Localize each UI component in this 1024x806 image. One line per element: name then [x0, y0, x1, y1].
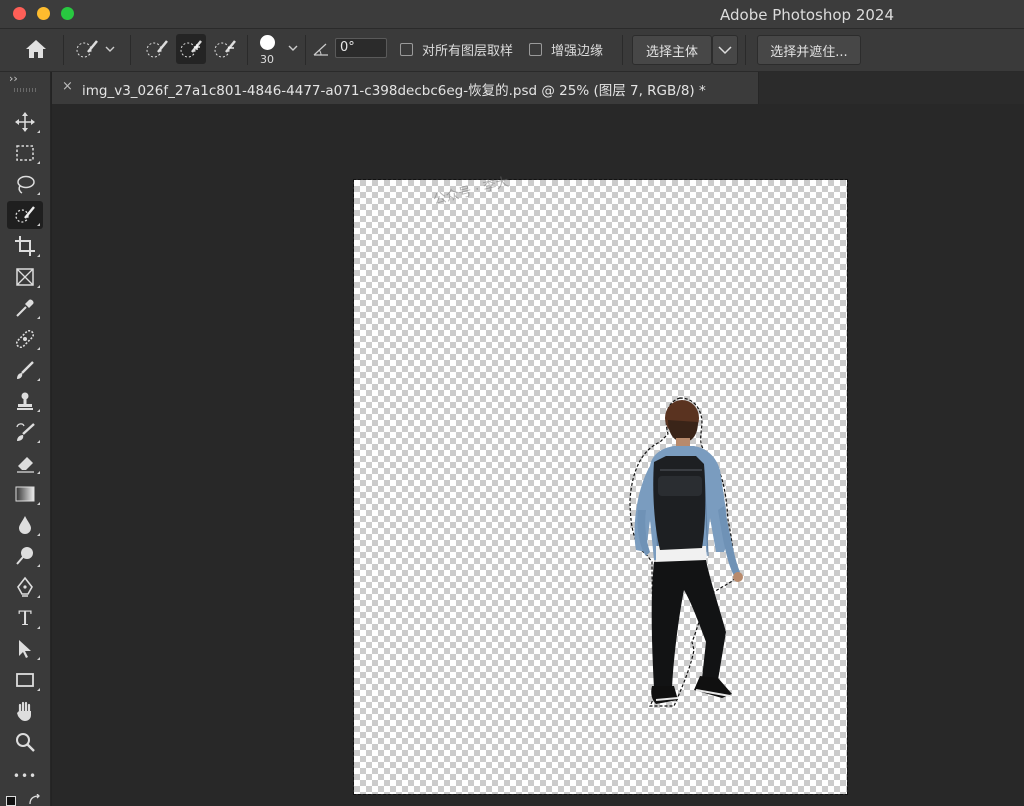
quick-selection-tool[interactable] — [7, 201, 43, 229]
document-tab-bar: × img_v3_026f_27a1c801-4846-4477-a071-c3… — [52, 72, 1024, 104]
arrow-pointer-icon — [19, 640, 31, 658]
app-title: Adobe Photoshop 2024 — [720, 6, 894, 24]
brush-icon — [17, 361, 34, 379]
angle-icon — [313, 43, 328, 56]
bandage-icon — [15, 329, 35, 349]
chevron-down-icon — [288, 45, 298, 51]
enhance-edge-checkbox[interactable] — [529, 43, 542, 56]
clone-stamp-tool[interactable] — [7, 387, 43, 415]
lasso-icon — [17, 175, 35, 194]
default-colors-icon[interactable] — [6, 796, 16, 806]
quick-selection-icon — [15, 206, 35, 223]
history-brush-icon — [16, 423, 35, 441]
eraser-icon — [17, 457, 34, 473]
dodge-tool[interactable] — [7, 542, 43, 570]
dodge-icon — [16, 547, 33, 565]
gradient-icon — [15, 486, 35, 502]
lasso-tool[interactable] — [7, 170, 43, 198]
rectangle-icon — [16, 673, 34, 687]
title-bar: Adobe Photoshop 2024 — [0, 0, 1024, 29]
cutout-person-image — [629, 397, 743, 707]
move-icon — [15, 112, 35, 132]
drop-icon — [19, 516, 31, 534]
healing-brush-tool[interactable] — [7, 325, 43, 353]
gradient-tool[interactable] — [7, 480, 43, 508]
chevron-down-icon — [105, 46, 115, 52]
panel-grip[interactable] — [14, 88, 36, 92]
hand-tool[interactable] — [7, 697, 43, 725]
pen-icon — [17, 576, 33, 597]
divider — [305, 35, 306, 65]
sample-all-layers-checkbox[interactable] — [400, 43, 413, 56]
document-canvas[interactable]: 公众号 · 李大 — [353, 175, 848, 795]
brush-tool[interactable] — [7, 356, 43, 384]
enhance-edge-label: 增强边缘 — [551, 44, 604, 59]
more-tools[interactable]: ••• — [7, 762, 43, 790]
select-subject-button[interactable]: 选择主体 — [632, 35, 712, 65]
minimize-window-button[interactable] — [37, 7, 50, 20]
pen-tool[interactable] — [7, 573, 43, 601]
divider — [745, 35, 746, 65]
rectangular-marquee-icon — [16, 145, 34, 161]
brush-tip-icon — [260, 35, 275, 50]
eyedropper-tool[interactable] — [7, 294, 43, 322]
quick-selection-brush-icon — [76, 40, 98, 58]
history-brush-tool[interactable] — [7, 418, 43, 446]
magnifier-icon — [16, 733, 35, 752]
divider — [247, 35, 248, 65]
type-icon: T — [18, 606, 32, 630]
select-and-mask-button[interactable]: 选择并遮住... — [757, 35, 861, 65]
crop-icon — [15, 236, 35, 256]
path-selection-tool[interactable] — [7, 635, 43, 663]
more-icon: ••• — [12, 769, 38, 783]
close-tab-icon[interactable]: × — [62, 79, 73, 94]
angle-input[interactable]: 0° — [335, 38, 387, 58]
home-button[interactable] — [14, 36, 58, 62]
zoom-window-button[interactable] — [61, 7, 74, 20]
add-to-selection-icon — [180, 40, 202, 58]
new-selection-button[interactable] — [142, 35, 172, 63]
document-tab[interactable]: × img_v3_026f_27a1c801-4846-4477-a071-c3… — [52, 72, 759, 104]
type-tool[interactable]: T — [7, 604, 43, 632]
close-window-button[interactable] — [13, 7, 26, 20]
canvas-area[interactable]: 公众号 · 李大 — [52, 104, 1024, 806]
subtract-from-selection-icon — [214, 40, 236, 58]
blur-tool[interactable] — [7, 511, 43, 539]
add-to-selection-button[interactable] — [176, 34, 206, 64]
crop-tool[interactable] — [7, 232, 43, 260]
sample-all-layers-label: 对所有图层取样 — [422, 44, 514, 59]
hand-icon — [17, 701, 31, 721]
zoom-tool[interactable] — [7, 728, 43, 756]
tools-panel: ›› T ••• — [0, 72, 51, 806]
document-tab-title: img_v3_026f_27a1c801-4846-4477-a071-c398… — [82, 83, 706, 99]
chevron-down-icon — [718, 46, 732, 55]
divider — [63, 35, 64, 65]
eyedropper-icon — [16, 299, 34, 317]
brush-size-picker[interactable]: 30 — [252, 32, 302, 68]
frame-tool[interactable] — [7, 263, 43, 291]
marquee-tool[interactable] — [7, 139, 43, 167]
stamp-icon — [17, 392, 33, 410]
frame-icon — [16, 268, 34, 286]
subtract-from-selection-button[interactable] — [210, 35, 240, 63]
move-tool[interactable] — [7, 108, 43, 136]
options-bar: 30 0° 对所有图层取样 增强边缘 选择主体 选择并遮住... — [0, 29, 1024, 72]
new-selection-icon — [146, 40, 168, 58]
rectangle-tool[interactable] — [7, 666, 43, 694]
home-icon — [26, 40, 46, 58]
select-subject-dropdown[interactable] — [712, 35, 738, 65]
divider — [622, 35, 623, 65]
eraser-tool[interactable] — [7, 449, 43, 477]
divider — [130, 35, 131, 65]
brush-size-value: 30 — [260, 53, 274, 66]
tool-preset-picker[interactable] — [70, 36, 120, 62]
collapse-panel-button[interactable]: ›› — [9, 72, 18, 85]
swap-colors-icon[interactable] — [28, 794, 42, 806]
